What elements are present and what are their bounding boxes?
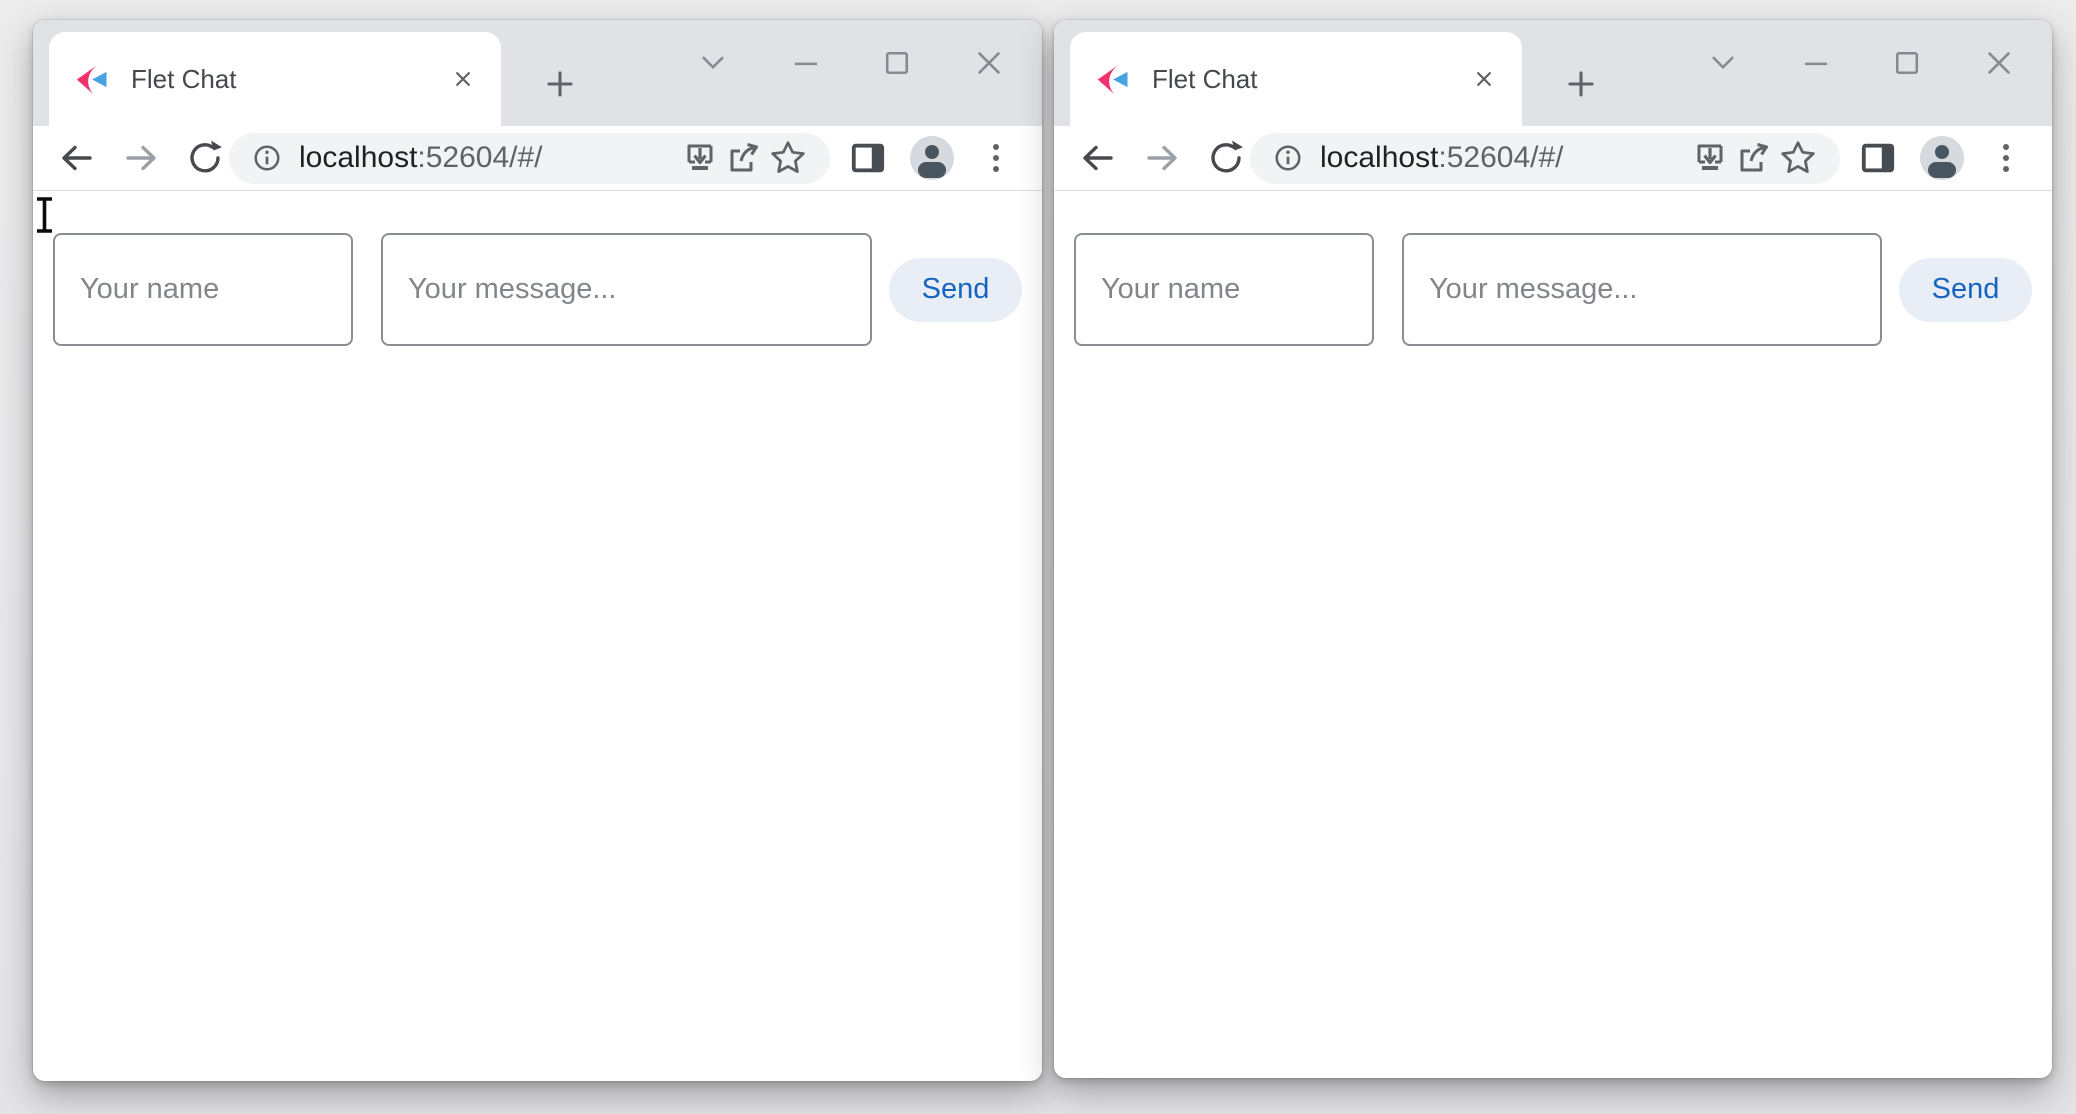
- forward-button[interactable]: [121, 138, 161, 178]
- tab-strip: Flet Chat: [33, 20, 1042, 126]
- bookmark-star-icon[interactable]: [766, 136, 810, 180]
- window-controls: [696, 46, 1006, 80]
- flet-logo-icon: [1096, 63, 1132, 96]
- tab-title: Flet Chat: [1152, 64, 1464, 95]
- message-input[interactable]: [381, 233, 872, 346]
- address-bar[interactable]: localhost:52604/#/: [1250, 133, 1840, 184]
- back-button[interactable]: [57, 138, 97, 178]
- browser-tab[interactable]: Flet Chat: [49, 32, 501, 126]
- maximize-button[interactable]: [880, 46, 914, 80]
- new-tab-button[interactable]: [1559, 62, 1603, 106]
- chat-input-row: Send: [1074, 233, 2032, 346]
- profile-avatar[interactable]: [910, 136, 954, 180]
- install-app-icon[interactable]: [678, 136, 722, 180]
- bookmark-star-icon[interactable]: [1776, 136, 1820, 180]
- url-text: localhost:52604/#/: [299, 141, 678, 175]
- minimize-button[interactable]: [788, 46, 822, 80]
- side-panel-icon[interactable]: [846, 136, 890, 180]
- share-icon[interactable]: [1732, 136, 1776, 180]
- profile-avatar[interactable]: [1920, 136, 1964, 180]
- browser-tab[interactable]: Flet Chat: [1070, 32, 1522, 126]
- maximize-button[interactable]: [1890, 46, 1924, 80]
- toolbar-right-cluster: [846, 136, 1018, 180]
- side-panel-icon[interactable]: [1856, 136, 1900, 180]
- browser-window-right: Flet Chat: [1054, 20, 2052, 1078]
- tab-close-icon[interactable]: [443, 59, 483, 99]
- name-input[interactable]: [53, 233, 353, 346]
- site-info-icon[interactable]: [1270, 140, 1306, 176]
- chat-input-row: Send: [53, 233, 1022, 346]
- tab-close-icon[interactable]: [1464, 59, 1504, 99]
- new-tab-button[interactable]: [538, 62, 582, 106]
- close-button[interactable]: [1982, 46, 2016, 80]
- tab-search-chevron-icon[interactable]: [1706, 46, 1740, 80]
- share-icon[interactable]: [722, 136, 766, 180]
- reload-button[interactable]: [185, 138, 225, 178]
- back-button[interactable]: [1078, 138, 1118, 178]
- minimize-button[interactable]: [1798, 46, 1832, 80]
- browser-toolbar: localhost:52604/#/: [1054, 126, 2052, 191]
- send-button[interactable]: Send: [1899, 258, 2032, 322]
- browser-window-left: Flet Chat: [33, 20, 1042, 1081]
- reload-button[interactable]: [1206, 138, 1246, 178]
- window-controls: [1706, 46, 2016, 80]
- forward-button[interactable]: [1142, 138, 1182, 178]
- address-bar[interactable]: localhost:52604/#/: [229, 133, 830, 184]
- tab-title: Flet Chat: [131, 64, 443, 95]
- tab-search-chevron-icon[interactable]: [696, 46, 730, 80]
- page-content: Send: [1054, 191, 2052, 1078]
- page-content: Send: [33, 191, 1042, 1081]
- tab-strip: Flet Chat: [1054, 20, 2052, 126]
- message-input[interactable]: [1402, 233, 1882, 346]
- toolbar-right-cluster: [1856, 136, 2028, 180]
- name-input[interactable]: [1074, 233, 1374, 346]
- browser-toolbar: localhost:52604/#/: [33, 126, 1042, 191]
- send-button[interactable]: Send: [889, 258, 1022, 322]
- site-info-icon[interactable]: [249, 140, 285, 176]
- close-button[interactable]: [972, 46, 1006, 80]
- flet-logo-icon: [75, 63, 111, 96]
- menu-dots-icon[interactable]: [974, 136, 1018, 180]
- url-text: localhost:52604/#/: [1320, 141, 1688, 175]
- menu-dots-icon[interactable]: [1984, 136, 2028, 180]
- install-app-icon[interactable]: [1688, 136, 1732, 180]
